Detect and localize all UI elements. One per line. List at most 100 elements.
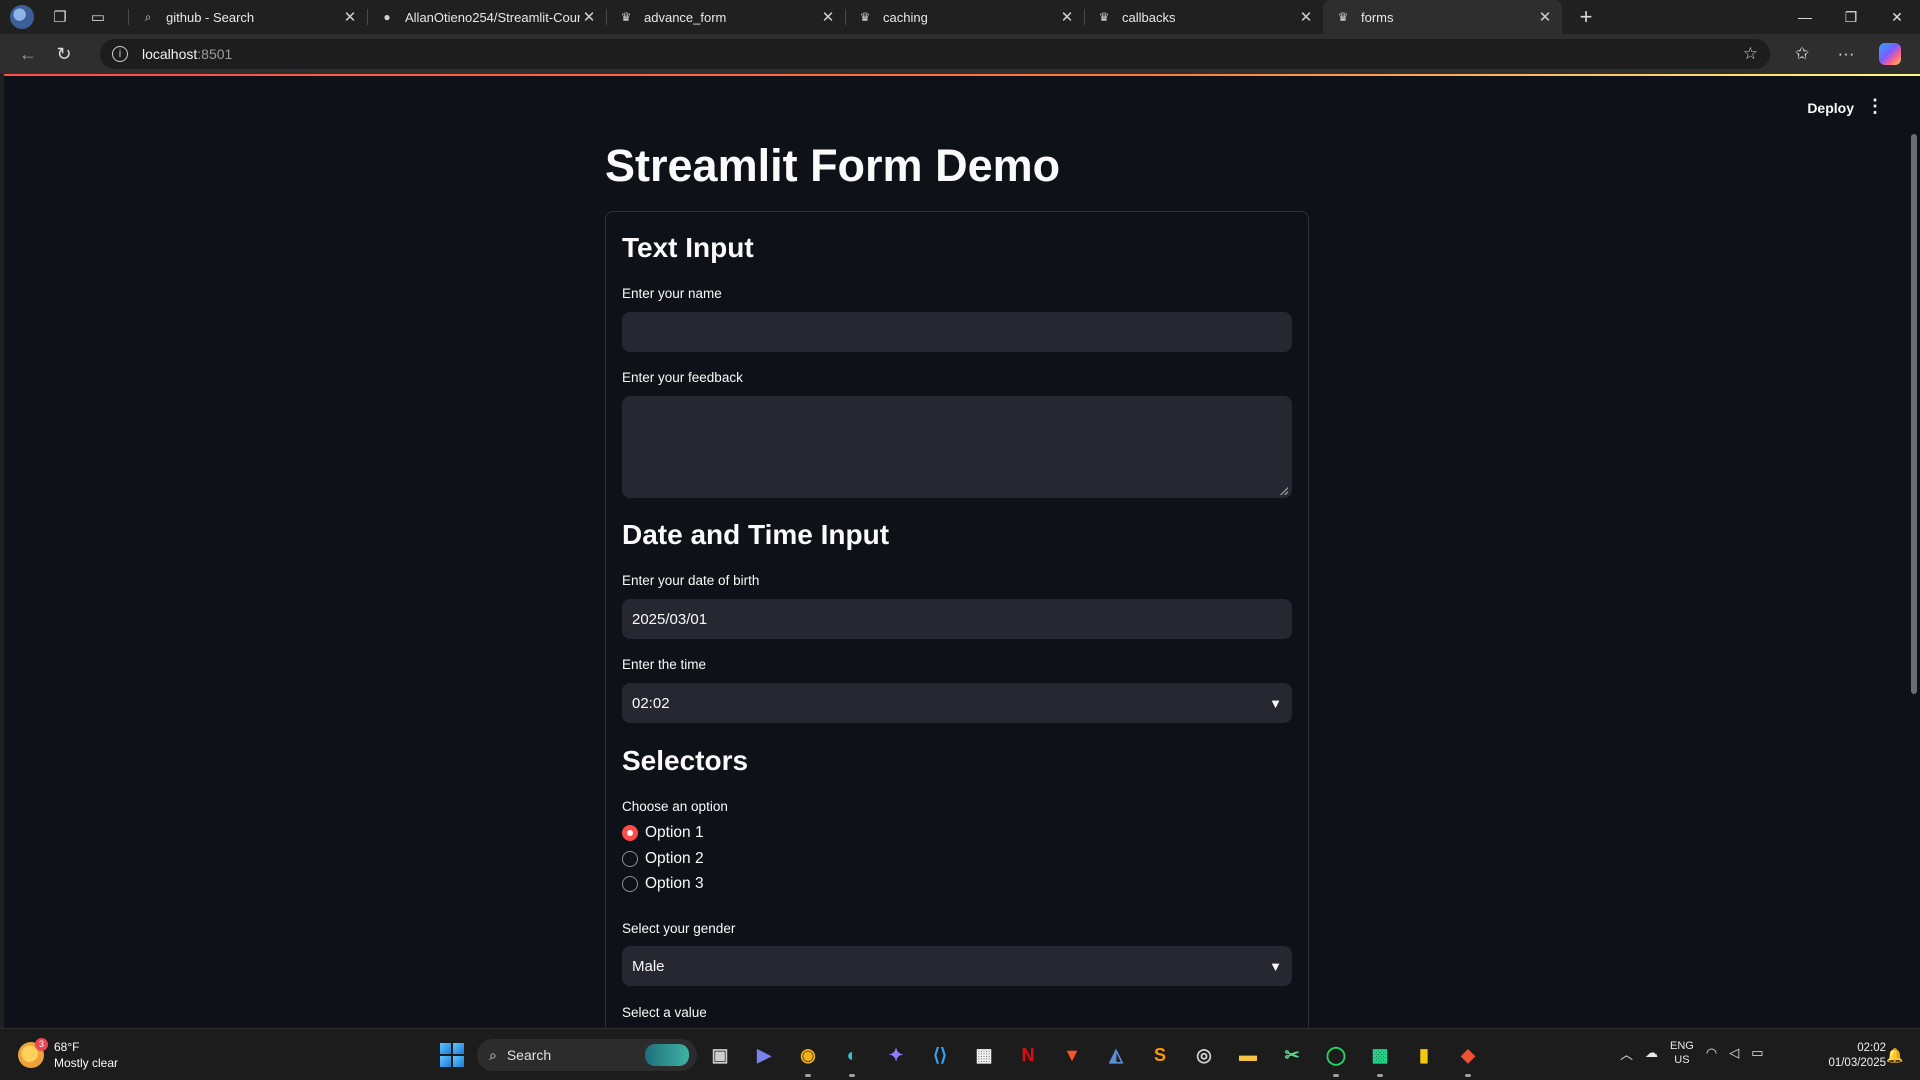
- github-icon: ●: [383, 10, 391, 24]
- radio-checked-icon[interactable]: [622, 825, 638, 841]
- resize-handle[interactable]: [1280, 487, 1288, 495]
- url-field[interactable]: i localhost:8501 ☆: [100, 39, 1770, 69]
- tab-github-search[interactable]: ⌕ github - Search ✕: [128, 0, 367, 34]
- header-decoration: [4, 74, 1920, 76]
- chevron-up-icon[interactable]: ︿: [1620, 1044, 1633, 1063]
- file-explorer-icon[interactable]: ▬: [1232, 1039, 1264, 1071]
- sql-workbench-icon[interactable]: ◭: [1100, 1039, 1132, 1071]
- ms-store-icon[interactable]: ▦: [968, 1039, 1000, 1071]
- notification-bell-icon[interactable]: 🔔: [1886, 1047, 1903, 1064]
- edge-icon[interactable]: ◐: [836, 1039, 868, 1077]
- deploy-button[interactable]: Deploy: [1807, 100, 1854, 116]
- site-info-icon[interactable]: i: [112, 46, 128, 62]
- language-code: ENG: [1670, 1040, 1694, 1052]
- vscode-icon[interactable]: ⟨⟩: [924, 1039, 956, 1071]
- radio-unchecked-icon[interactable]: [622, 851, 638, 867]
- chevron-down-icon: ▼: [1269, 695, 1282, 711]
- netflix-icon[interactable]: N: [1012, 1039, 1044, 1071]
- close-tab-icon[interactable]: ✕: [819, 8, 837, 26]
- page-viewport: Deploy ⋮ Streamlit Form Demo Text Input …: [4, 74, 1920, 1028]
- copilot-icon[interactable]: [1879, 43, 1901, 65]
- weather-icon: 3: [18, 1038, 48, 1068]
- restore-icon[interactable]: ❐: [1828, 9, 1874, 26]
- radio-option-2[interactable]: Option 2: [622, 850, 704, 868]
- close-tab-icon[interactable]: ✕: [580, 8, 598, 26]
- minimize-icon[interactable]: —: [1782, 9, 1828, 26]
- whatsapp-icon[interactable]: ◯: [1320, 1039, 1352, 1077]
- tab-github-repo[interactable]: ● AllanOtieno254/Streamlit-Course ✕: [367, 0, 606, 34]
- clock[interactable]: 02:02 01/03/2025: [1806, 1041, 1886, 1071]
- chrome-icon[interactable]: ◉: [792, 1039, 824, 1077]
- gender-select[interactable]: Male ▼: [622, 946, 1292, 986]
- streamlit-icon: ♛: [620, 10, 632, 24]
- tab-actions-icon[interactable]: ▭: [86, 5, 110, 29]
- scrollbar-thumb[interactable]: [1911, 134, 1917, 694]
- weather-widget[interactable]: 3 68°F Mostly clear: [18, 1038, 119, 1071]
- copilot-app-icon[interactable]: ✦: [880, 1039, 912, 1071]
- tab-label: caching: [883, 9, 928, 25]
- obs-icon[interactable]: ◎: [1188, 1039, 1220, 1071]
- close-window-icon[interactable]: ✕: [1874, 9, 1920, 26]
- windows-start-icon[interactable]: [440, 1043, 464, 1067]
- onedrive-icon[interactable]: ☁: [1645, 1045, 1658, 1061]
- radio-label: Option 2: [645, 850, 704, 867]
- section-title-text-input: Text Input: [622, 232, 754, 263]
- close-tab-icon[interactable]: ✕: [1297, 8, 1315, 26]
- favorites-icon[interactable]: ✩: [1780, 44, 1824, 64]
- radio-option-3[interactable]: Option 3: [622, 875, 704, 893]
- battery-icon[interactable]: ▭: [1751, 1045, 1763, 1061]
- name-input[interactable]: [622, 312, 1292, 352]
- favorite-star-icon[interactable]: ☆: [1743, 44, 1758, 64]
- taskbar-search[interactable]: ⌕ Search: [477, 1039, 697, 1071]
- radio-option-1[interactable]: Option 1: [622, 824, 704, 842]
- search-icon: ⌕: [489, 1046, 497, 1063]
- section-title-selectors: Selectors: [622, 745, 749, 776]
- tab-advance-form[interactable]: ♛ advance_form ✕: [606, 0, 845, 34]
- tab-caching[interactable]: ♛ caching ✕: [845, 0, 1084, 34]
- brave-icon[interactable]: ▼: [1056, 1039, 1088, 1071]
- streamlit-icon: ♛: [859, 10, 871, 24]
- more-menu-icon[interactable]: ···: [1824, 44, 1868, 64]
- new-tab-button[interactable]: +: [1568, 4, 1604, 30]
- time-select[interactable]: 02:02 ▼: [622, 683, 1292, 723]
- language-indicator[interactable]: ENG US: [1670, 1039, 1694, 1067]
- feedback-textarea[interactable]: [622, 396, 1292, 498]
- system-tray: ︿ ☁ ENG US ◠ ◁ ▭: [1620, 1039, 1764, 1067]
- form-container: Text Input Enter your name Enter your fe…: [605, 211, 1309, 1028]
- weather-desc: Mostly clear: [54, 1056, 119, 1070]
- workspaces-icon[interactable]: ❐: [48, 5, 72, 29]
- task-view-icon[interactable]: ▣: [704, 1039, 736, 1071]
- value-slider-label: Select a value: [622, 1005, 707, 1020]
- tab-forms[interactable]: ♛ forms ✕: [1323, 0, 1562, 34]
- radio-unchecked-icon[interactable]: [622, 876, 638, 892]
- sublime-text-icon[interactable]: S: [1144, 1039, 1176, 1071]
- power-bi-icon[interactable]: ▮: [1408, 1039, 1440, 1071]
- address-bar-row: ← ↻ i localhost:8501 ☆ ✩ ···: [0, 34, 1920, 74]
- gender-label: Select your gender: [622, 921, 736, 936]
- radio-label: Option 1: [645, 824, 704, 841]
- keyboard-region: US: [1674, 1054, 1690, 1066]
- wifi-icon[interactable]: ◠: [1706, 1045, 1717, 1061]
- close-tab-icon[interactable]: ✕: [1058, 8, 1076, 26]
- dob-date-input[interactable]: 2025/03/01: [622, 599, 1292, 639]
- option-label: Choose an option: [622, 799, 728, 814]
- profile-avatar[interactable]: [10, 5, 34, 29]
- back-icon[interactable]: ←: [10, 44, 46, 65]
- close-tab-icon[interactable]: ✕: [341, 8, 359, 26]
- snipping-tool-icon[interactable]: ✂: [1276, 1039, 1308, 1071]
- weather-temp: 68°F: [54, 1040, 80, 1054]
- feedback-label: Enter your feedback: [622, 370, 743, 385]
- reload-icon[interactable]: ↻: [46, 44, 82, 65]
- tab-callbacks[interactable]: ♛ callbacks ✕: [1084, 0, 1323, 34]
- search-highlight-icon: [645, 1044, 689, 1066]
- url-host: localhost: [142, 46, 198, 62]
- git-icon[interactable]: ◆: [1452, 1039, 1484, 1077]
- volume-icon[interactable]: ◁: [1729, 1045, 1739, 1061]
- streamlit-icon: ♛: [1337, 10, 1349, 24]
- url-port: :8501: [197, 46, 233, 62]
- time-value: 02:02: [632, 694, 670, 712]
- teams-icon[interactable]: ▶: [748, 1039, 780, 1071]
- pycharm-icon[interactable]: ▩: [1364, 1039, 1396, 1077]
- close-tab-icon[interactable]: ✕: [1536, 8, 1554, 26]
- main-menu-icon[interactable]: ⋮: [1866, 96, 1884, 117]
